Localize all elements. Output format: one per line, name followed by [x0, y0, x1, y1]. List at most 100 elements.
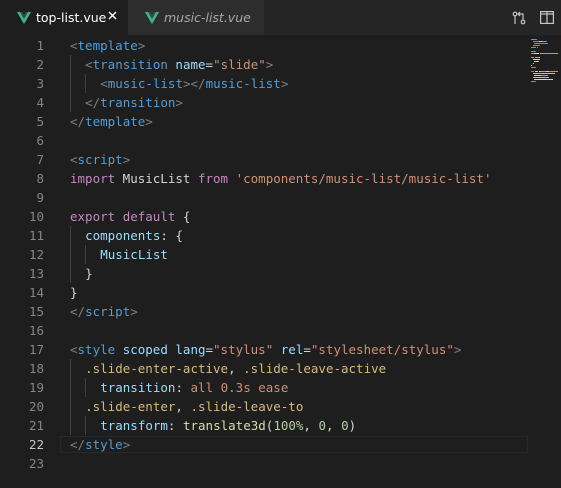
line-number: 20 — [28, 399, 44, 414]
code-text: </script> — [70, 304, 138, 319]
code-line[interactable]: 13} — [0, 264, 528, 283]
minimap-token — [540, 77, 549, 78]
code-text: .slide-enter, .slide-leave-to — [85, 399, 304, 414]
line-number: 6 — [36, 133, 44, 148]
line-number: 16 — [28, 323, 44, 338]
code-text: </style> — [70, 437, 131, 452]
line-number: 10 — [28, 209, 44, 224]
code-text: <music-list></music-list> — [100, 76, 289, 91]
code-line[interactable]: 18 .slide-enter-active, .slide-leave-acti… — [0, 359, 528, 378]
code-line[interactable]: 17 <style scoped lang="stylus" rel="style… — [0, 340, 528, 359]
code-line[interactable]: 8 import MusicList from 'components/music… — [0, 169, 528, 188]
line-number: 22 — [28, 437, 44, 452]
minimap-token — [531, 57, 535, 58]
code-text: </transition> — [85, 95, 183, 110]
line-number: 11 — [28, 228, 44, 243]
minimap-token — [552, 79, 554, 80]
indent-guide — [85, 416, 87, 435]
minimap-token — [538, 59, 540, 60]
indent-guide — [70, 55, 71, 74]
code-line[interactable]: 23 — [0, 454, 528, 473]
minimap-token — [543, 53, 558, 54]
line-number: 13 — [28, 266, 44, 281]
minimap-token — [545, 41, 547, 42]
minimap-token — [532, 63, 534, 64]
code-line[interactable]: 21 transform: translate3d(100%, 0, 0) — [0, 416, 528, 435]
tab-music-list-vue[interactable]: music-list.vue — [128, 0, 264, 35]
indent-guide — [70, 378, 71, 397]
open-changes-icon — [512, 11, 526, 24]
indent-guide — [70, 245, 71, 264]
tab-label: top-list.vue — [36, 10, 107, 25]
code-line[interactable]: 4 </transition> — [0, 93, 528, 112]
vue-logo-icon — [145, 11, 159, 24]
code-line[interactable]: 6 — [0, 131, 528, 150]
code-text: <style scoped lang="stylus" rel="stylesh… — [70, 342, 462, 357]
code-line[interactable]: 3 <music-list></music-list> — [0, 74, 528, 93]
line-number: 21 — [28, 418, 44, 433]
minimap-token — [539, 45, 541, 46]
minimap[interactable] — [528, 35, 561, 488]
line-number: 4 — [36, 95, 44, 110]
vue-logo-icon — [17, 11, 31, 24]
minimap-token — [534, 53, 540, 54]
minimap-token — [540, 75, 548, 76]
tab-top-list-vue[interactable]: top-list.vue — [0, 0, 128, 35]
minimap-token — [532, 73, 544, 74]
split-editor-icon — [540, 11, 554, 24]
code-text: import MusicList from 'components/music-… — [70, 171, 492, 186]
code-text: } — [70, 285, 78, 300]
open-changes-button[interactable] — [505, 0, 533, 35]
code-text: transition: all 0.3s ease — [100, 380, 289, 395]
minimap-token — [535, 67, 537, 68]
code-line[interactable]: 15 </script> — [0, 302, 528, 321]
code-line[interactable]: 14} — [0, 283, 528, 302]
code-line[interactable]: 20 .slide-enter, .slide-leave-to — [0, 397, 528, 416]
close-icon[interactable] — [108, 11, 117, 20]
line-number: 14 — [28, 285, 44, 300]
code-text: .slide-enter-active, .slide-leave-active — [85, 361, 387, 376]
indent-guide — [85, 74, 87, 93]
minimap-token — [534, 81, 536, 82]
code-line[interactable]: 2 <transition name="slide"> — [0, 55, 528, 74]
code-text: } — [85, 266, 93, 281]
minimap-token — [538, 57, 540, 58]
minimap-token — [535, 39, 537, 40]
indent-guide — [70, 264, 71, 283]
split-editor-button[interactable] — [533, 0, 561, 35]
indent-guide — [70, 397, 71, 416]
indent-guide — [85, 245, 87, 264]
code-editor[interactable]: 1 <template> 2 <transition name="slide"> 3 <m… — [0, 35, 561, 488]
line-number: 3 — [36, 76, 44, 91]
code-line[interactable]: 7 <script> — [0, 150, 528, 169]
code-line[interactable]: 19 transition: all 0.3s ease — [0, 378, 528, 397]
code-text: components: { — [85, 228, 183, 243]
indent-guide — [85, 378, 87, 397]
line-number: 8 — [36, 171, 44, 186]
line-number: 9 — [36, 190, 44, 205]
minimap-token — [533, 41, 539, 42]
indent-guide — [70, 93, 71, 112]
code-line[interactable]: 16 — [0, 321, 528, 340]
code-text: export default { — [70, 209, 191, 224]
line-number: 1 — [36, 38, 44, 53]
minimap-token — [547, 43, 549, 44]
code-text: <transition name="slide"> — [85, 57, 274, 72]
code-text: MusicList — [100, 247, 168, 262]
indent-guide — [70, 416, 71, 435]
editor-window: top-list.vue music-list.vue 1 <template>… — [0, 0, 561, 488]
minimap-token — [541, 71, 546, 72]
line-number: 2 — [36, 57, 44, 72]
code-line[interactable]: 5 </template> — [0, 112, 528, 131]
minimap-token — [531, 65, 532, 66]
code-line[interactable]: 12 MusicList — [0, 245, 528, 264]
code-line[interactable]: 22 </style> — [0, 435, 528, 454]
line-number: 15 — [28, 304, 44, 319]
code-line[interactable]: 10 export default { — [0, 207, 528, 226]
code-line[interactable]: 9 — [0, 188, 528, 207]
minimap-token — [536, 47, 538, 48]
code-line[interactable]: 1 <template> — [0, 36, 528, 55]
minimap-token — [534, 51, 536, 52]
code-line[interactable]: 11 components: { — [0, 226, 528, 245]
line-number: 23 — [28, 456, 44, 471]
